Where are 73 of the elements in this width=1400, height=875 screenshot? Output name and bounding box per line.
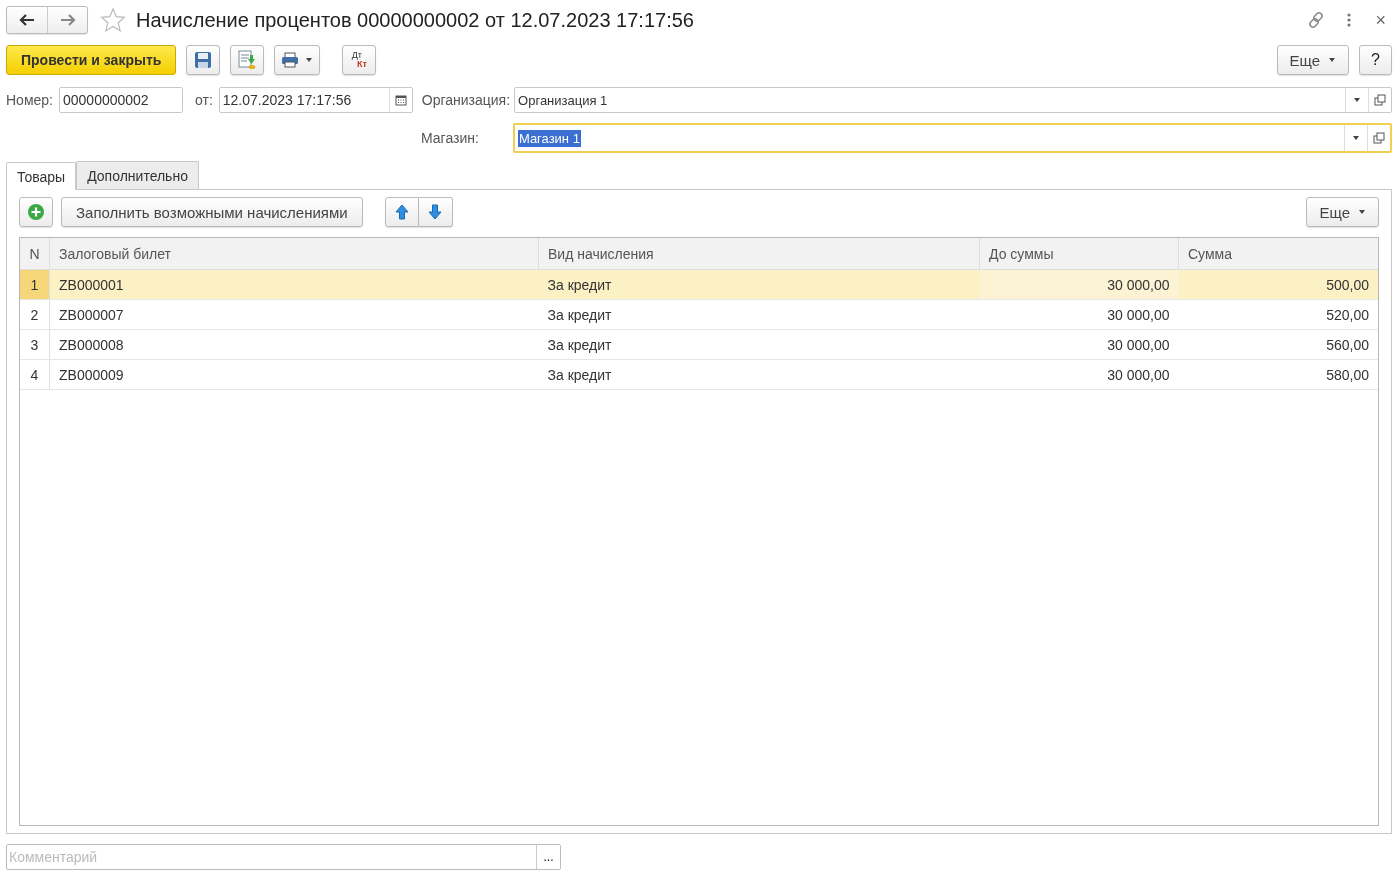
- table-cell: ZB000001: [49, 269, 539, 300]
- date-field[interactable]: 12.07.2023 17:17:56: [218, 87, 413, 113]
- add-button[interactable]: [19, 197, 53, 227]
- table-cell: 30 000,00: [979, 329, 1179, 360]
- field-label: Магазин:: [421, 130, 479, 146]
- more-vertical-icon[interactable]: [1347, 13, 1352, 27]
- help-button[interactable]: ?: [1359, 45, 1392, 75]
- plus-circle-icon: [27, 203, 45, 221]
- post-button[interactable]: [230, 45, 265, 75]
- select-button[interactable]: ...: [536, 845, 560, 869]
- table-cell: 1: [20, 269, 50, 300]
- open-window-icon: [1373, 132, 1385, 144]
- up-arrow-icon: [394, 204, 409, 220]
- more-button[interactable]: Еще: [1306, 197, 1379, 227]
- table-cell: За кредит: [538, 299, 980, 330]
- table-cell: 560,00: [1178, 329, 1378, 360]
- down-arrow-icon: [428, 204, 443, 220]
- field-label: Организация:: [421, 92, 511, 108]
- column-header[interactable]: Залоговый билет: [49, 238, 539, 270]
- debit-credit-button[interactable]: Дт Кт: [342, 45, 377, 75]
- caret-icon: [305, 57, 314, 63]
- open-window-icon: [1374, 94, 1386, 106]
- table-cell: За кредит: [538, 329, 980, 360]
- more-button[interactable]: Еще: [1276, 45, 1350, 75]
- table-row[interactable]: 1 ZB000001 За кредит 30 000,00 500,00: [20, 269, 1378, 300]
- table-cell: 4: [20, 359, 50, 390]
- move-up-button[interactable]: [384, 197, 419, 227]
- print-button[interactable]: [274, 45, 321, 75]
- table-row[interactable]: 4 ZB000009 За кредит 30 000,00 580,00: [20, 359, 1378, 390]
- caret-icon: [1358, 209, 1366, 215]
- column-header[interactable]: N: [20, 238, 50, 270]
- table-cell: 3: [20, 329, 50, 360]
- post-and-close-button[interactable]: Провести и закрыть: [6, 45, 177, 75]
- caret-icon: [1353, 97, 1361, 103]
- table-cell: 30 000,00: [979, 359, 1179, 390]
- printer-icon: [281, 52, 300, 68]
- window-title: Начисление процентов 00000000002 от 12.07.2023 17:17:56: [136, 8, 695, 32]
- link-icon[interactable]: [1307, 11, 1326, 29]
- table-row[interactable]: 2 ZB000007 За кредит 30 000,00 520,00: [20, 299, 1378, 330]
- table-cell: 520,00: [1178, 299, 1378, 330]
- tab[interactable]: Товары: [6, 162, 77, 190]
- caret-icon: [1352, 135, 1360, 141]
- table-cell: ZB000008: [49, 329, 539, 360]
- right-arrow-icon: [59, 14, 76, 26]
- move-down-button[interactable]: [418, 197, 453, 227]
- caret-icon: [1328, 57, 1337, 63]
- table-cell: 500,00: [1178, 269, 1378, 300]
- table-cell: ZB000009: [49, 359, 539, 390]
- table-cell: ZB000007: [49, 299, 539, 330]
- close-button[interactable]: ×: [1373, 9, 1388, 31]
- table-cell: 2: [20, 299, 50, 330]
- document-arrow-icon: [238, 50, 257, 70]
- comment-field[interactable]: Комментарий ...: [6, 844, 561, 870]
- select-field[interactable]: Организация 1: [514, 87, 1392, 113]
- table-cell: За кредит: [538, 359, 980, 390]
- fill-button[interactable]: Заполнить возможными начислениями: [61, 197, 363, 227]
- table-cell: 580,00: [1178, 359, 1378, 390]
- select-field[interactable]: Магазин 1: [512, 123, 1392, 153]
- field-label: Номер:: [6, 92, 53, 108]
- left-arrow-icon: [19, 14, 35, 26]
- input-field[interactable]: 00000000002: [59, 87, 183, 113]
- table-cell: 30 000,00: [979, 269, 1179, 300]
- table-row[interactable]: 3 ZB000008 За кредит 30 000,00 560,00: [20, 329, 1378, 360]
- calendar-icon: [394, 94, 407, 106]
- column-header[interactable]: Сумма: [1178, 238, 1378, 270]
- tab[interactable]: Дополнительно: [76, 161, 199, 189]
- table-cell: 30 000,00: [979, 299, 1179, 330]
- field-label: от:: [195, 92, 213, 108]
- star-icon[interactable]: [100, 7, 126, 33]
- column-header[interactable]: Вид начисления: [538, 238, 980, 270]
- table-cell: За кредит: [538, 269, 980, 300]
- column-header[interactable]: До суммы: [979, 238, 1179, 270]
- save-button[interactable]: [186, 45, 221, 75]
